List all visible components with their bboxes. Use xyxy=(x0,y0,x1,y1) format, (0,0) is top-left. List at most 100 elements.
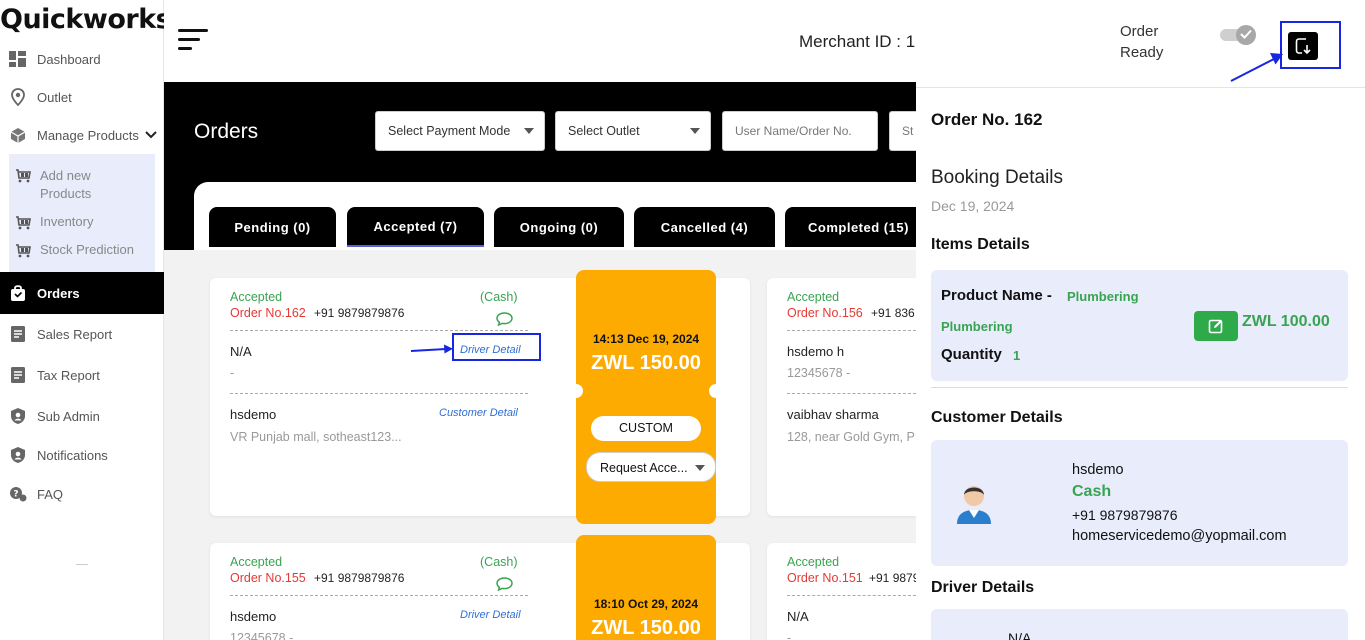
caret-down-icon xyxy=(695,465,705,471)
outlet-select[interactable]: Select Outlet xyxy=(555,111,711,151)
order-status: Accepted xyxy=(787,555,840,569)
driver-phone: - xyxy=(787,631,792,640)
cart-icon xyxy=(15,244,31,258)
divider xyxy=(787,595,916,596)
sidebar-item-orders[interactable]: Orders xyxy=(0,272,164,314)
chevron-down-icon[interactable] xyxy=(145,128,157,142)
app-logo: Quickworks xyxy=(0,4,172,35)
dashboard-icon xyxy=(9,50,27,68)
driver-details-title: Driver Details xyxy=(931,579,1035,596)
check-icon xyxy=(1236,25,1256,45)
search-input[interactable]: User Name/Order No. xyxy=(722,111,878,151)
page-title: Orders xyxy=(194,120,259,143)
request-accept-select[interactable]: Request Acce... xyxy=(586,452,716,482)
location-pin-icon xyxy=(9,88,27,106)
driver-phone: 12345678 - xyxy=(787,366,851,380)
edit-icon xyxy=(1208,319,1223,334)
submenu-item-inventory[interactable]: Inventory xyxy=(15,214,93,230)
sidebar-item-label: Sub Admin xyxy=(37,408,100,424)
sidebar-item-label: FAQ xyxy=(37,486,64,502)
customer-phone: +91 9879879876 xyxy=(314,571,405,585)
order-amount: ZWL 150.00 xyxy=(591,617,701,639)
cart-icon xyxy=(15,216,31,230)
customer-detail-link[interactable]: Customer Detail xyxy=(439,407,518,419)
submenu-item-label: Add new Products xyxy=(40,168,92,201)
tab-pending[interactable]: Pending (0) xyxy=(209,207,336,247)
driver-name: N/A xyxy=(787,609,809,624)
sidebar-item-label: Sales Report xyxy=(37,326,113,342)
search-placeholder: User Name/Order No. xyxy=(735,124,852,138)
payment-mode-select[interactable]: Select Payment Mode xyxy=(375,111,545,151)
order-number-title: Order No. 162 xyxy=(931,110,1043,129)
order-ready-toggle[interactable] xyxy=(1220,25,1256,45)
chat-icon[interactable] xyxy=(496,577,513,596)
edit-item-button[interactable] xyxy=(1194,311,1238,341)
order-ready-label: Order Ready xyxy=(1120,21,1163,63)
faq-icon: ? xyxy=(9,485,27,503)
annotation-highlight-box xyxy=(452,333,541,361)
driver-detail-link[interactable]: Driver Detail xyxy=(460,609,521,621)
payment-method: (Cash) xyxy=(480,555,518,569)
select-label: St xyxy=(902,124,914,138)
ticket-notch xyxy=(569,384,583,398)
customer-name: hsdemo xyxy=(230,407,277,422)
divider xyxy=(230,595,528,596)
payment-method: (Cash) xyxy=(480,290,518,304)
customer-name: hsdemo xyxy=(1072,462,1124,478)
sidebar-item-label: Outlet xyxy=(37,89,72,105)
divider xyxy=(76,564,88,565)
sidebar-item-label: Manage Products xyxy=(37,127,139,143)
driver-card xyxy=(931,609,1348,640)
tab-ongoing[interactable]: Ongoing (0) xyxy=(494,207,624,247)
sidebar-item-dashboard[interactable]: Dashboard xyxy=(0,44,164,74)
hamburger-menu-icon[interactable] xyxy=(178,29,210,53)
report-icon xyxy=(9,325,27,343)
sidebar-item-tax-report[interactable]: Tax Report xyxy=(0,360,164,390)
order-ticket: 14:13 Dec 19, 2024 ZWL 150.00 CUSTOM Req… xyxy=(569,270,723,524)
sidebar-item-outlet[interactable]: Outlet xyxy=(0,82,164,112)
submenu-item-add-new-products[interactable]: Add new Products xyxy=(15,167,130,203)
divider xyxy=(787,330,916,331)
caret-down-icon xyxy=(690,128,700,134)
top-header: Merchant ID : 1 xyxy=(164,0,916,82)
booking-date: Dec 19, 2024 xyxy=(931,198,1015,214)
select-label: Select Payment Mode xyxy=(388,124,511,138)
sidebar-item-sales-report[interactable]: Sales Report xyxy=(0,319,164,349)
order-ready-line: Ready xyxy=(1120,44,1164,61)
sidebar: Quickworks Dashboard Outlet Manage Produ… xyxy=(0,0,172,640)
sidebar-item-label: Tax Report xyxy=(37,367,100,383)
sidebar-item-manage-products[interactable]: Manage Products xyxy=(0,120,164,150)
tab-cancelled[interactable]: Cancelled (4) xyxy=(634,207,775,247)
customer-name: vaibhav sharma xyxy=(787,407,879,422)
annotation-arrow-icon xyxy=(410,344,453,354)
product-name: Plumbering xyxy=(941,319,1013,334)
manage-products-submenu: Add new Products Inventory Stock Predict… xyxy=(9,154,155,272)
divider xyxy=(931,387,1348,388)
caret-down-icon xyxy=(524,128,534,134)
order-number: Order No.162 xyxy=(230,306,306,320)
sidebar-item-label: Dashboard xyxy=(37,51,101,67)
annotation-highlight-box xyxy=(1280,21,1341,69)
status-select[interactable]: St xyxy=(889,111,916,151)
order-time: 18:10 Oct 29, 2024 xyxy=(593,597,699,611)
sidebar-item-sub-admin[interactable]: Sub Admin xyxy=(0,401,164,431)
shield-user-icon xyxy=(9,446,27,464)
sidebar-item-label: Orders xyxy=(37,285,80,301)
chat-icon[interactable] xyxy=(496,312,513,331)
driver-name: N/A xyxy=(230,344,252,359)
tab-label: Ongoing (0) xyxy=(519,219,599,235)
divider xyxy=(230,393,528,394)
sidebar-item-notifications[interactable]: Notifications xyxy=(0,440,164,470)
cart-icon xyxy=(15,169,31,183)
driver-name: N/A xyxy=(1008,630,1032,640)
order-type-badge: CUSTOM xyxy=(591,416,701,441)
quantity-value: 1 xyxy=(1013,348,1021,363)
tab-accepted[interactable]: Accepted (7) xyxy=(347,207,484,247)
sidebar-item-faq[interactable]: ? FAQ xyxy=(0,479,164,509)
tab-completed[interactable]: Completed (15) xyxy=(785,207,916,247)
items-details-title: Items Details xyxy=(931,236,1030,253)
submenu-item-stock-prediction[interactable]: Stock Prediction xyxy=(15,242,134,258)
driver-phone: 12345678 - xyxy=(230,631,294,640)
submenu-item-label: Stock Prediction xyxy=(40,242,134,257)
report-icon xyxy=(9,366,27,384)
